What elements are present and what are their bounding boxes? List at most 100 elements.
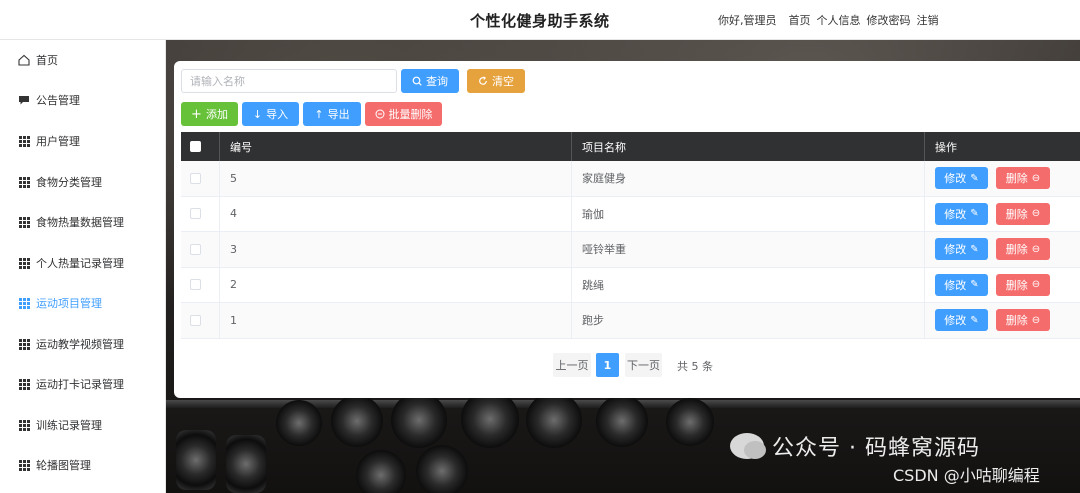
sidebar-item-food-calories[interactable]: 食物热量数据管理 <box>0 202 166 242</box>
grid-icon <box>18 135 30 147</box>
minus-circle-icon: ⊖ <box>1031 279 1041 291</box>
delete-button-label: 删除 <box>1005 278 1028 292</box>
delete-button[interactable]: 删除 ⊖ <box>996 167 1050 190</box>
grid-icon <box>18 378 30 390</box>
delete-button-label: 删除 <box>1005 314 1028 328</box>
sidebar-item-label: 食物热量数据管理 <box>36 216 124 229</box>
sidebar-item-carousel[interactable]: 轮播图管理 <box>0 445 166 485</box>
cell-name: 跑步 <box>572 303 925 338</box>
select-all-checkbox[interactable] <box>190 141 201 152</box>
clear-button[interactable]: 清空 <box>467 69 525 93</box>
sidebar-item-home[interactable]: 首页 <box>0 40 166 80</box>
edit-button[interactable]: 修改 ✎ <box>935 238 988 261</box>
export-button-label: 导出 <box>327 108 350 121</box>
batch-delete-button[interactable]: 批量删除 <box>365 102 442 126</box>
table-row: 5 家庭健身 修改 ✎ 删除 ⊖ <box>181 161 1080 197</box>
table-row: 2 跳绳 修改 ✎ 删除 ⊖ <box>181 267 1080 303</box>
cell-name: 瑜伽 <box>572 196 925 231</box>
search-icon <box>412 76 422 86</box>
cell-name: 跳绳 <box>572 267 925 302</box>
edit-button-label: 修改 <box>944 243 967 257</box>
table-row: 4 瑜伽 修改 ✎ 删除 ⊖ <box>181 196 1080 232</box>
add-button[interactable]: + 添加 <box>181 102 238 126</box>
plus-icon: + <box>191 106 202 122</box>
minus-circle-icon: ⊖ <box>1031 314 1041 326</box>
sidebar-item-exercise-projects[interactable]: 运动项目管理 <box>0 283 166 323</box>
edit-button[interactable]: 修改 ✎ <box>935 273 988 296</box>
nav-profile-link[interactable]: 个人信息 <box>817 12 861 28</box>
chat-icon <box>18 94 30 106</box>
watermark-line1: 公众号 · 码蜂窝源码 <box>730 430 980 462</box>
sidebar-item-label: 用户管理 <box>36 135 80 148</box>
sidebar-item-calorie-records[interactable]: 个人热量记录管理 <box>0 243 166 283</box>
edit-button[interactable]: 修改 ✎ <box>935 202 988 225</box>
edit-button[interactable]: 修改 ✎ <box>935 309 988 332</box>
row-checkbox[interactable] <box>190 243 201 255</box>
delete-button[interactable]: 删除 ⊖ <box>996 273 1050 296</box>
search-input[interactable] <box>181 69 397 93</box>
edit-button-label: 修改 <box>944 207 967 221</box>
edit-icon: ✎ <box>970 279 979 291</box>
sidebar-item-label: 轮播图管理 <box>36 459 91 472</box>
delete-button-label: 删除 <box>1005 207 1028 221</box>
minus-circle-icon: ⊖ <box>1031 172 1041 184</box>
watermark-line2: CSDN @小咕聊编程 <box>893 466 1040 485</box>
delete-button-label: 删除 <box>1005 172 1028 186</box>
total-count: 共 5 条 <box>677 360 713 373</box>
page-number-button[interactable]: 1 <box>596 353 619 377</box>
arrow-down-icon: ↓ <box>252 107 263 121</box>
sidebar-item-training-records[interactable]: 训练记录管理 <box>0 405 166 445</box>
batch-delete-button-label: 批量删除 <box>388 108 433 121</box>
import-button[interactable]: ↓ 导入 <box>242 102 299 126</box>
minus-circle-icon: ⊖ <box>1031 208 1041 220</box>
sidebar-item-label: 公告管理 <box>36 94 80 107</box>
header-select-all-cell <box>181 132 220 161</box>
sidebar-item-checkin-records[interactable]: 运动打卡记录管理 <box>0 364 166 404</box>
wechat-logo-icon <box>730 433 766 459</box>
table-row: 1 跑步 修改 ✎ 删除 ⊖ <box>181 303 1080 339</box>
grid-icon <box>18 216 30 228</box>
export-button[interactable]: ↑ 导出 <box>303 102 361 126</box>
edit-icon: ✎ <box>970 208 979 220</box>
delete-button-label: 删除 <box>1005 243 1028 257</box>
row-checkbox[interactable] <box>190 279 201 291</box>
sidebar-item-label: 首页 <box>36 54 58 67</box>
sidebar-item-label: 食物分类管理 <box>36 176 102 189</box>
top-header: 个性化健身助手系统 你好,管理员 首页 个人信息 修改密码 注销 <box>0 0 1080 40</box>
clear-button-label: 清空 <box>492 75 514 88</box>
row-checkbox[interactable] <box>190 172 201 184</box>
sidebar-item-users[interactable]: 用户管理 <box>0 121 166 161</box>
edit-button[interactable]: 修改 ✎ <box>935 167 988 190</box>
sidebar-item-tutorial-videos[interactable]: 运动教学视频管理 <box>0 324 166 364</box>
nav-home-link[interactable]: 首页 <box>789 12 811 28</box>
column-header-id: 编号 <box>220 132 572 161</box>
prev-page-button[interactable]: 上一页 <box>553 353 591 377</box>
greeting-text: 你好,管理员 <box>718 14 777 27</box>
sidebar-item-label: 训练记录管理 <box>36 419 102 432</box>
nav-change-password-link[interactable]: 修改密码 <box>867 12 911 28</box>
sidebar-item-food-categories[interactable]: 食物分类管理 <box>0 162 166 202</box>
delete-button[interactable]: 删除 ⊖ <box>996 309 1050 332</box>
delete-button[interactable]: 删除 ⊖ <box>996 238 1050 261</box>
sidebar-item-announcements[interactable]: 公告管理 <box>0 80 166 120</box>
grid-icon <box>18 257 30 269</box>
watermark-line1-text: 公众号 · 码蜂窝源码 <box>772 436 980 461</box>
query-button-label: 查询 <box>426 75 448 88</box>
row-checkbox[interactable] <box>190 314 201 326</box>
minus-circle-icon <box>375 109 384 119</box>
cell-id: 4 <box>220 196 572 231</box>
next-page-button[interactable]: 下一页 <box>625 353 662 377</box>
sidebar-item-label: 运动打卡记录管理 <box>36 378 124 391</box>
edit-icon: ✎ <box>970 172 979 184</box>
grid-icon <box>18 338 30 350</box>
edit-button-label: 修改 <box>944 314 967 328</box>
nav-logout-link[interactable]: 注销 <box>917 12 939 28</box>
table-row: 3 哑铃举重 修改 ✎ 删除 ⊖ <box>181 232 1080 268</box>
cell-name: 家庭健身 <box>572 161 925 196</box>
refresh-icon <box>479 76 487 85</box>
sidebar-item-label: 运动项目管理 <box>36 297 102 310</box>
row-checkbox[interactable] <box>190 208 201 220</box>
query-button[interactable]: 查询 <box>401 69 459 93</box>
delete-button[interactable]: 删除 ⊖ <box>996 202 1050 225</box>
edit-button-label: 修改 <box>944 278 967 292</box>
